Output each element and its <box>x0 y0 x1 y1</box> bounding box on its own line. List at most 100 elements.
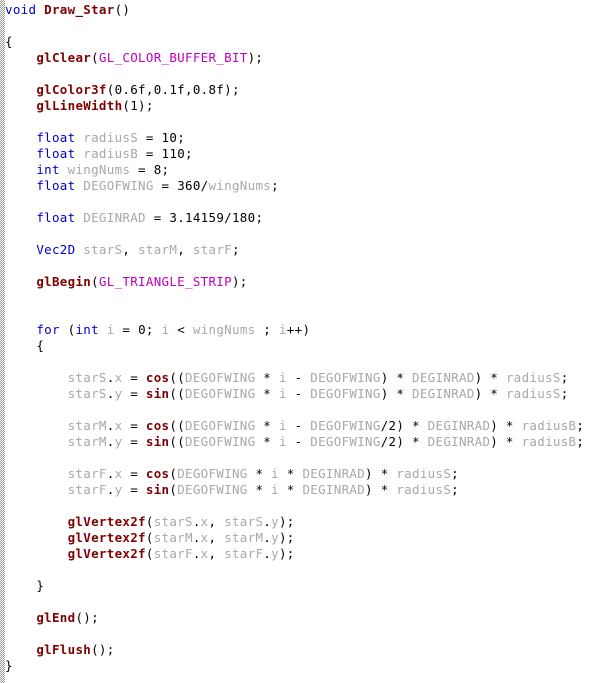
code-line[interactable]: void Draw_Star() <box>5 2 602 18</box>
code-line[interactable]: starM.x = cos((DEGOFWING * i - DEGOFWING… <box>5 418 602 434</box>
code-token-pun: * <box>247 466 272 481</box>
code-token-id: i <box>278 322 287 337</box>
code-line[interactable] <box>5 562 602 578</box>
code-line[interactable]: { <box>5 34 602 50</box>
code-token-id: DEGOFWING <box>177 482 248 497</box>
code-line[interactable]: } <box>5 658 602 674</box>
code-line[interactable]: glLineWidth(1); <box>5 98 602 114</box>
code-line[interactable]: starS.x = cos((DEGOFWING * i - DEGOFWING… <box>5 370 602 386</box>
code-token-id: DEGOFWING <box>185 434 256 449</box>
code-token-pun: , <box>122 242 139 257</box>
code-token-id: starF <box>153 546 193 561</box>
code-line[interactable] <box>5 290 602 306</box>
code-token-id: starM <box>224 530 264 545</box>
code-token-id: DEGINRAD <box>83 210 146 225</box>
code-token-pun: ; <box>271 178 279 193</box>
code-line[interactable] <box>5 194 602 210</box>
code-line[interactable]: float DEGINRAD = 3.14159/180; <box>5 210 602 226</box>
code-token-id: DEGOFWING <box>83 178 154 193</box>
code-token-pun: ++) <box>286 322 311 337</box>
code-token-pun: ); <box>278 546 295 561</box>
code-token-pun: ( <box>145 514 154 529</box>
code-token-pun: ( <box>145 546 154 561</box>
code-token-id: starF <box>67 466 107 481</box>
code-token-pun <box>36 2 44 17</box>
code-editor[interactable]: void Draw_Star() { glClear(GL_COLOR_BUFF… <box>0 0 602 683</box>
code-token-fn: glBegin <box>36 274 92 289</box>
code-token-pun: (0.6f,0.1f,0.8f); <box>106 82 240 97</box>
code-token-pun: = <box>122 466 146 481</box>
code-line[interactable]: glColor3f(0.6f,0.1f,0.8f); <box>5 82 602 98</box>
code-line[interactable] <box>5 258 602 274</box>
code-token-pun: . <box>192 530 201 545</box>
code-line[interactable]: glEnd(); <box>5 610 602 626</box>
code-token-pun: ) * <box>365 466 397 481</box>
code-token-id: DEGOFWING <box>177 466 248 481</box>
code-token-pun: . <box>106 418 115 433</box>
code-line[interactable]: glClear(GL_COLOR_BUFFER_BIT); <box>5 50 602 66</box>
code-line[interactable] <box>5 498 602 514</box>
code-token-pun: ; <box>232 242 240 257</box>
code-token-id: DEGOFWING <box>310 418 381 433</box>
code-token-id: i <box>271 466 279 481</box>
code-line[interactable]: glVertex2f(starS.x, starS.y); <box>5 514 602 530</box>
code-token-fn: glColor3f <box>36 82 107 97</box>
code-line[interactable] <box>5 450 602 466</box>
code-line[interactable]: int wingNums = 8; <box>5 162 602 178</box>
code-line[interactable] <box>5 226 602 242</box>
code-token-id: DEGINRAD <box>412 370 475 385</box>
code-line[interactable] <box>5 66 602 82</box>
code-line[interactable]: starF.x = cos(DEGOFWING * i * DEGINRAD) … <box>5 466 602 482</box>
code-token-pun: ; <box>576 418 585 433</box>
code-line[interactable]: glBegin(GL_TRIANGLE_STRIP); <box>5 274 602 290</box>
code-token-pun: = <box>122 418 146 433</box>
code-line[interactable] <box>5 626 602 642</box>
code-token-id: starF <box>192 242 233 257</box>
code-token-id: radiusS <box>396 482 452 497</box>
code-token-pun: ) * <box>365 482 397 497</box>
code-token-pun: ) * <box>474 370 506 385</box>
code-token-pun: ); <box>278 530 295 545</box>
code-line[interactable] <box>5 354 602 370</box>
code-line[interactable] <box>5 114 602 130</box>
code-line[interactable]: } <box>5 578 602 594</box>
code-line[interactable] <box>5 402 602 418</box>
code-line[interactable] <box>5 18 602 34</box>
code-token-pun: * <box>278 466 303 481</box>
code-token-pun <box>60 162 68 177</box>
code-token-id: DEGINRAD <box>427 434 491 449</box>
code-token-id: DEGOFWING <box>185 386 256 401</box>
code-line[interactable]: glVertex2f(starF.x, starF.y); <box>5 546 602 562</box>
code-token-pun: = <box>122 370 146 385</box>
code-token-id: DEGINRAD <box>302 482 366 497</box>
code-listing[interactable]: void Draw_Star() { glClear(GL_COLOR_BUFF… <box>5 0 602 683</box>
code-line[interactable]: float DEGOFWING = 360/wingNums; <box>5 178 602 194</box>
code-token-id: DEGOFWING <box>310 434 381 449</box>
code-token-id: y <box>271 514 279 529</box>
code-line[interactable]: starF.y = sin(DEGOFWING * i * DEGINRAD) … <box>5 482 602 498</box>
code-line[interactable]: starS.y = sin((DEGOFWING * i - DEGOFWING… <box>5 386 602 402</box>
code-token-kw: int <box>36 162 60 177</box>
code-token-pun: (); <box>75 610 99 625</box>
code-line[interactable] <box>5 594 602 610</box>
code-token-id: DEGOFWING <box>185 370 256 385</box>
code-line[interactable]: for (int i = 0; i < wingNums ; i++) <box>5 322 602 338</box>
code-line[interactable]: Vec2D starS, starM, starF; <box>5 242 602 258</box>
code-line[interactable]: glFlush(); <box>5 642 602 658</box>
code-line[interactable]: float radiusS = 10; <box>5 130 602 146</box>
code-line[interactable]: starM.y = sin((DEGOFWING * i - DEGOFWING… <box>5 434 602 450</box>
code-token-id: DEGOFWING <box>310 386 381 401</box>
code-line[interactable]: float radiusB = 110; <box>5 146 602 162</box>
code-line[interactable]: glVertex2f(starM.x, starM.y); <box>5 530 602 546</box>
code-token-pun: . <box>263 514 272 529</box>
code-line[interactable] <box>5 306 602 322</box>
code-token-id: DEGINRAD <box>302 466 366 481</box>
code-line[interactable]: { <box>5 338 602 354</box>
code-token-pun: ); <box>231 274 248 289</box>
